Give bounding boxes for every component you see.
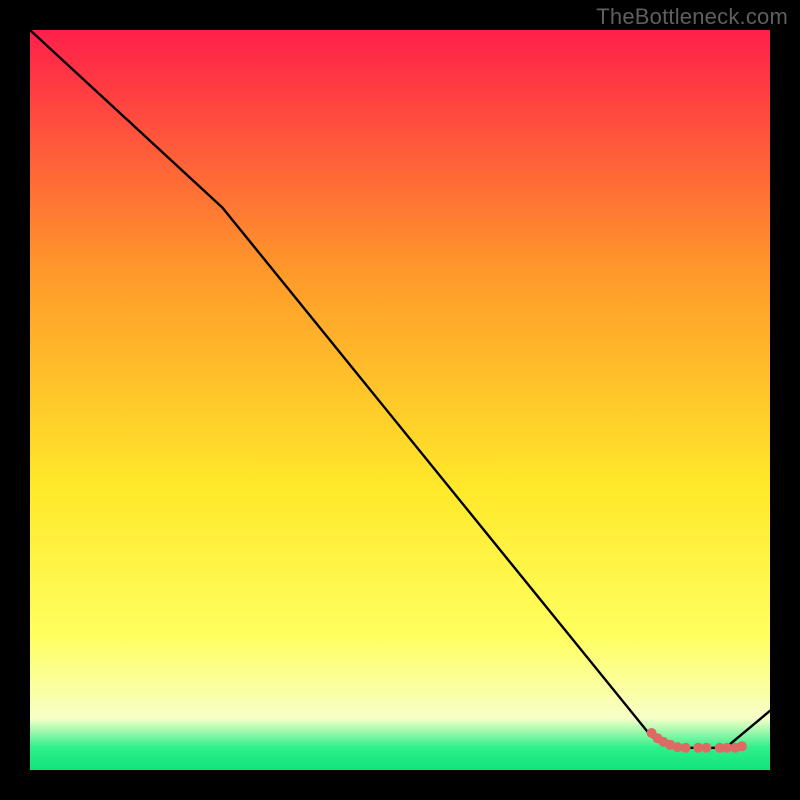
watermark-text: TheBottleneck.com	[596, 4, 788, 30]
plot-area	[30, 30, 770, 770]
marker-dot	[681, 743, 691, 753]
chart-frame: TheBottleneck.com	[0, 0, 800, 800]
marker-dot	[701, 743, 711, 753]
gradient-background	[30, 30, 770, 770]
marker-dot	[737, 741, 747, 751]
chart-svg	[30, 30, 770, 770]
